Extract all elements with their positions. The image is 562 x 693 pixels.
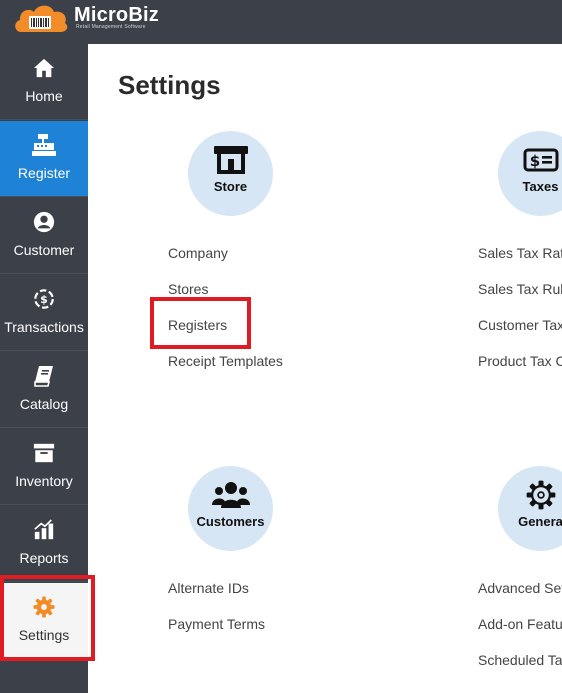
link-add-on-features[interactable]: Add-on Featu <box>478 616 562 632</box>
link-alternate-ids[interactable]: Alternate IDs <box>168 580 249 596</box>
svg-text:$: $ <box>529 152 539 170</box>
store-icon <box>188 145 273 175</box>
sidebar-item-customer[interactable]: Customer <box>0 198 88 274</box>
link-advanced-settings[interactable]: Advanced Set <box>478 580 562 596</box>
sidebar-item-label: Catalog <box>19 396 69 412</box>
link-receipt-templates[interactable]: Receipt Templates <box>168 353 283 369</box>
link-company[interactable]: Company <box>168 245 228 261</box>
link-customer-tax[interactable]: Customer Tax <box>478 317 562 333</box>
taxes-section-title: Taxes <box>522 179 559 194</box>
chart-icon <box>24 517 64 543</box>
general-section-header: Genera <box>498 466 562 551</box>
customers-section-title: Customers <box>196 514 265 529</box>
sidebar-item-transactions[interactable]: $ Transactions <box>0 275 88 351</box>
customers-section-header: Customers <box>188 466 273 551</box>
user-circle-icon <box>24 209 64 235</box>
general-section-title: Genera <box>518 514 562 529</box>
svg-text:$: $ <box>40 293 48 306</box>
gear-icon <box>498 480 562 510</box>
link-payment-terms[interactable]: Payment Terms <box>168 616 265 632</box>
registers-highlight-box <box>150 297 251 349</box>
link-scheduled-tasks[interactable]: Scheduled Ta <box>478 652 562 668</box>
sidebar-item-label: Register <box>17 165 71 181</box>
link-sales-tax-rules[interactable]: Sales Tax Rule <box>478 281 562 297</box>
page-title: Settings <box>118 70 221 100</box>
sidebar-item-label: Transactions <box>4 319 84 335</box>
link-product-tax[interactable]: Product Tax C <box>478 353 562 369</box>
link-stores[interactable]: Stores <box>168 281 208 297</box>
cash-register-icon <box>24 132 64 158</box>
store-section-title: Store <box>213 179 248 194</box>
store-section-header: Store <box>188 131 273 216</box>
dollar-sync-icon: $ <box>24 286 64 312</box>
sidebar-item-label: Customer <box>13 242 75 258</box>
sidebar-item-catalog[interactable]: Catalog <box>0 352 88 428</box>
sidebar-item-register[interactable]: Register <box>0 121 88 197</box>
link-sales-tax-rates[interactable]: Sales Tax Rat <box>478 245 562 261</box>
sidebar-item-inventory[interactable]: Inventory <box>0 429 88 505</box>
sidebar-item-home[interactable]: Home <box>0 44 88 120</box>
archive-box-icon <box>24 440 64 466</box>
sidebar-item-label: Reports <box>19 550 69 566</box>
settings-highlight-box <box>0 575 95 661</box>
sidebar-item-label: Inventory <box>15 473 73 489</box>
sidebar-item-label: Home <box>25 88 63 104</box>
logo-icon <box>15 5 68 32</box>
brand-tagline: Retail Management Software <box>76 24 146 30</box>
users-icon <box>188 480 273 510</box>
money-icon: $ <box>498 145 562 175</box>
top-bar: MicroBiz Retail Management Software <box>0 0 562 44</box>
book-icon <box>24 363 64 389</box>
taxes-section-header: $ Taxes <box>498 131 562 216</box>
sidebar-item-reports[interactable]: Reports <box>0 506 88 582</box>
home-icon <box>24 55 64 81</box>
